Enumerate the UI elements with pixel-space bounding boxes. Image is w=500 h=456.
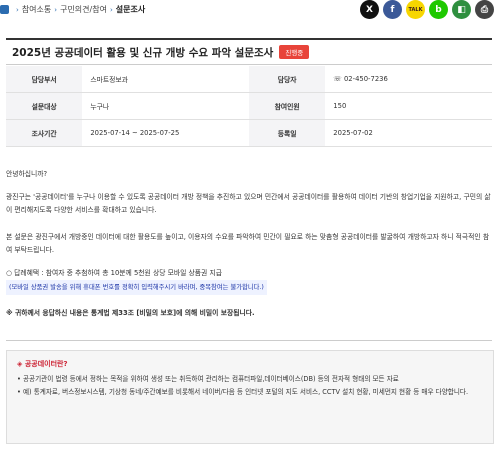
participants-value: 150 — [325, 92, 492, 120]
chevron-right-icon: › — [109, 5, 113, 14]
chevron-right-icon: › — [16, 5, 19, 14]
survey-title-bar: 2025년 공공데이터 활용 및 신규 개방 수요 파악 설문조사 진행중 — [6, 38, 492, 65]
target-value: 누구나 — [82, 92, 249, 120]
target-label: 설문대상 — [6, 92, 83, 120]
divider — [6, 340, 492, 341]
intro-paragraph: 광진구는 '공공데이터'를 누구나 이용할 수 있도록 공공데이터 개방 정책을… — [6, 193, 491, 214]
reward-text: ○ 답례혜택 : 참여자 중 추첨하여 총 10분께 5천원 상당 모바일 상품… — [6, 269, 222, 277]
phone-icon: ☏ — [333, 75, 344, 83]
table-row: 담당부서 스마트정보과 담당자 ☏ 02-450-7236 — [6, 66, 492, 93]
home-icon[interactable] — [0, 5, 9, 14]
phone-value: ☏ 02-450-7236 — [325, 66, 492, 93]
top-bar: › 참여소통 › 구민의견/참여 › 설문조사 X f TALK b ◧ ⎙ — [0, 0, 500, 22]
breadcrumb-item-opinion[interactable]: 구민의견/참여 — [60, 4, 107, 15]
chevron-right-icon: › — [54, 5, 58, 14]
breadcrumb: › 참여소통 › 구민의견/참여 › 설문조사 — [0, 4, 145, 15]
purpose-paragraph: 본 설문은 광진구에서 개방중인 데이터에 대한 활용도를 높이고, 이용자의 … — [6, 233, 490, 254]
participants-label: 참여인원 — [248, 92, 326, 120]
share-buttons: X f TALK b ◧ ⎙ — [360, 0, 494, 19]
reward-note: (모바일 상품권 발송을 위해 휴대폰 번호를 정확히 입력해주시기 바라며, … — [6, 280, 267, 295]
survey-info-table: 담당부서 스마트정보과 담당자 ☏ 02-450-7236 설문대상 누구나 참… — [6, 66, 492, 147]
period-value: 2025-07-14 ~ 2025-07-25 — [82, 119, 249, 147]
regdate-label: 등록일 — [248, 119, 326, 147]
info-box-line: • 공공기관이 법령 등에서 정하는 목적을 위하여 생성 또는 취득하여 관리… — [17, 375, 399, 383]
manager-label: 담당자 — [248, 66, 326, 93]
info-box-title: ◈ 공공데이터란? — [17, 360, 68, 368]
blog-icon[interactable]: ◧ — [452, 0, 471, 19]
privacy-notice: ※ 귀하께서 응답하신 내용은 통계법 제33조 [비밀의 보호]에 의해 비밀… — [6, 309, 255, 317]
dept-label: 담당부서 — [6, 66, 83, 93]
survey-content: 안녕하십니까? 광진구는 '공공데이터'를 누구나 이용할 수 있도록 공공데이… — [6, 168, 492, 330]
regdate-value: 2025-07-02 — [325, 119, 492, 147]
table-row: 조사기간 2025-07-14 ~ 2025-07-25 등록일 2025-07… — [6, 119, 492, 147]
public-data-info-box: ◈ 공공데이터란? • 공공기관이 법령 등에서 정하는 목적을 위하여 생성 … — [6, 350, 494, 444]
facebook-icon[interactable]: f — [383, 0, 402, 19]
print-icon[interactable]: ⎙ — [475, 0, 494, 19]
survey-title: 2025년 공공데이터 활용 및 신규 개방 수요 파악 설문조사 — [12, 46, 274, 59]
status-badge: 진행중 — [279, 45, 310, 59]
dept-value: 스마트정보과 — [82, 66, 249, 93]
table-row: 설문대상 누구나 참여인원 150 — [6, 92, 492, 120]
band-icon[interactable]: b — [429, 0, 448, 19]
greeting-text: 안녕하십니까? — [6, 170, 48, 178]
breadcrumb-item-participation[interactable]: 참여소통 — [22, 4, 51, 15]
period-label: 조사기간 — [6, 119, 83, 147]
info-box-line: • 예) 통계자료, 버스정보시스템, 기상청 동네/주간예보를 비롯해서 네이… — [17, 388, 469, 396]
breadcrumb-current: 설문조사 — [115, 5, 146, 14]
x-icon[interactable]: X — [360, 0, 379, 19]
kakaotalk-icon[interactable]: TALK — [406, 0, 425, 19]
